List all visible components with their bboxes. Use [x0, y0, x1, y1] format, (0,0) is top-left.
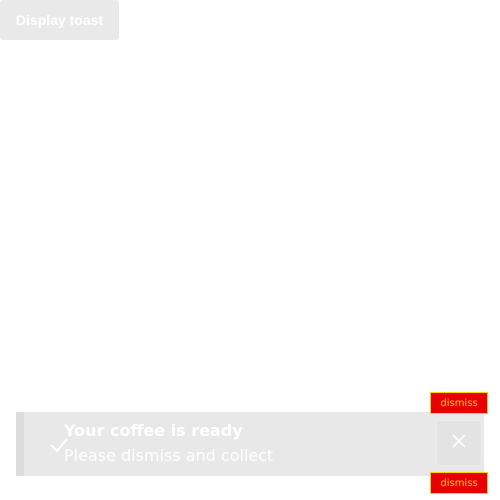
- toast-notification: Your coffee is ready Please dismiss and …: [16, 412, 484, 476]
- close-icon: [451, 433, 467, 453]
- dismiss-tooltip-top: dismiss: [430, 392, 488, 414]
- display-toast-label: Display toast: [15, 12, 104, 28]
- dismiss-button[interactable]: [436, 420, 482, 466]
- toast-accent-bar: [16, 412, 24, 476]
- toast-message: Please dismiss and collect: [64, 446, 274, 465]
- display-toast-button[interactable]: Display toast: [0, 0, 119, 40]
- dismiss-tooltip-bottom: dismiss: [430, 472, 488, 494]
- toast-title: Your coffee is ready: [64, 421, 243, 440]
